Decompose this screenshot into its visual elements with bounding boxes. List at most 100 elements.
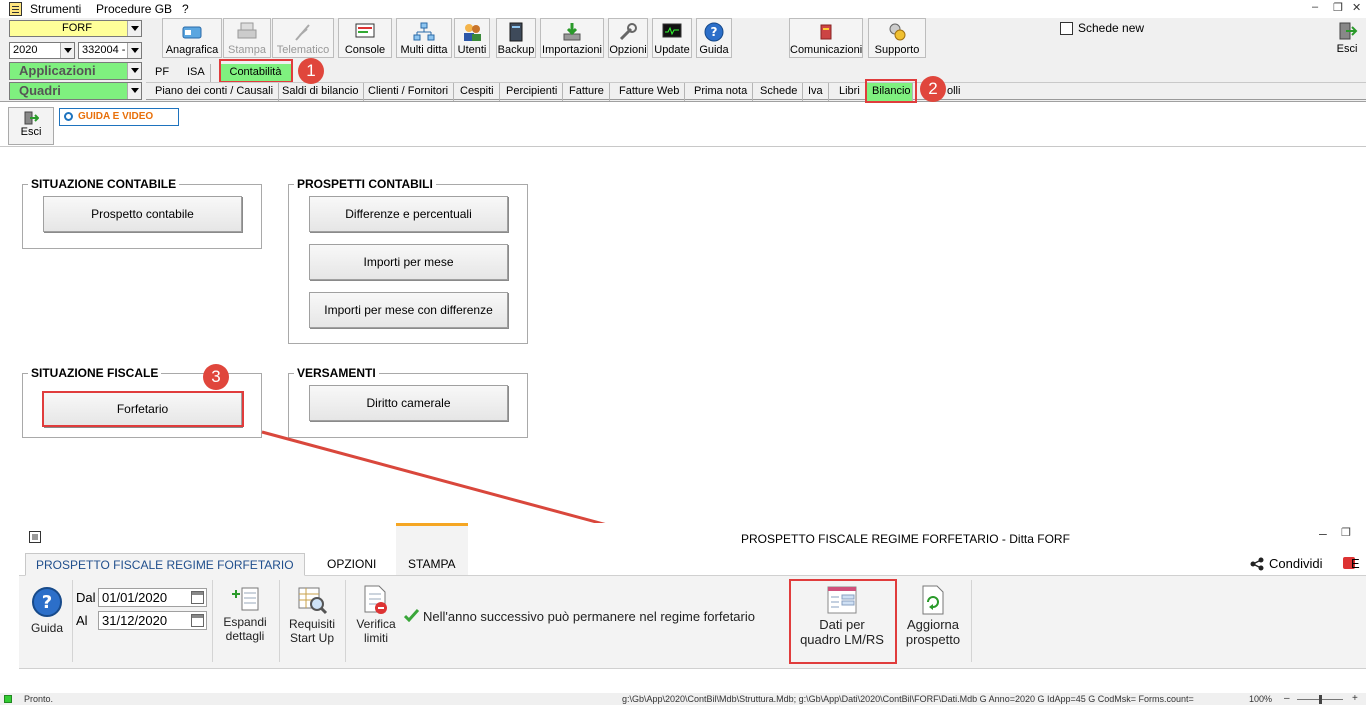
backup-button[interactable]: Backup [496,18,536,58]
multi-ditta-button[interactable]: Multi ditta [396,18,452,58]
comunicazioni-button[interactable]: Comunicazioni [789,18,863,58]
status-message: Nell'anno successivo può permanere nel r… [423,609,755,624]
supporto-button[interactable]: Supporto [868,18,926,58]
tab-cespiti[interactable]: Cespiti [455,83,500,101]
versamenti-title: VERSAMENTI [294,366,379,380]
aggiorna-prospetto-button[interactable]: Aggiorna prospetto [897,582,969,647]
company-select[interactable]: FORF [9,20,142,37]
e-label[interactable]: E [1351,556,1360,571]
chevron-down-icon[interactable] [127,21,141,36]
telematico-button[interactable]: Telematico [272,18,334,58]
console-button[interactable]: Console [338,18,392,58]
ribbon-panel: ? Guida Dal 01/01/2020 Al 31/12/2020 Esp… [19,576,1366,669]
quadri-select[interactable]: Quadri [9,82,142,100]
update-button[interactable]: Update [652,18,692,58]
prospetto-forfetario-window: PROSPETTO FISCALE REGIME FORFETARIO - Di… [19,523,1366,693]
card-icon [182,26,202,39]
zoom-out-icon[interactable]: – [1284,693,1290,705]
stampa-button[interactable]: Stampa [223,18,271,58]
verifica-limiti-button[interactable]: Verifica limiti [349,582,403,645]
menu-strumenti[interactable]: Strumenti [30,2,81,16]
importi-per-mese-button[interactable]: Importi per mese [309,244,508,280]
status-path: g:\Gb\App\2020\ContBil\Mdb\Struttura.Mdb… [622,694,1194,704]
quadri-value: Quadri [19,83,61,98]
condividi-button[interactable]: Condividi [1269,556,1322,571]
menu-procedure-gb[interactable]: Procedure GB [96,2,172,16]
chevron-down-icon[interactable] [127,43,141,58]
guida-ribbon-button[interactable]: ? Guida [27,582,67,635]
tab-libri[interactable]: Libri [834,83,866,101]
ribbon-separator [279,580,280,662]
status-indicator-icon [4,695,12,703]
utenti-button[interactable]: Utenti [454,18,490,58]
al-date-input[interactable]: 31/12/2020 [98,611,207,630]
situazione-contabile-group: SITUAZIONE CONTABILE Prospetto contabile [22,177,262,249]
tab-fatture-web[interactable]: Fatture Web [614,83,686,101]
window-title: PROSPETTO FISCALE REGIME FORFETARIO - Di… [741,532,1070,546]
calendar-icon[interactable] [191,591,204,604]
tab-percipienti[interactable]: Percipienti [501,83,564,101]
main-toolbar-area: FORF 2020 332004 - Applicazioni Quadri A… [0,18,1366,103]
guida-video-button[interactable]: GUIDA E VIDEO [59,108,179,126]
chevron-down-icon[interactable] [60,43,74,58]
requisiti-start-up-button[interactable]: Requisiti Start Up [282,582,342,645]
anagrafica-button[interactable]: Anagrafica [162,18,222,58]
guida-button[interactable]: ? Guida [696,18,732,58]
prospetto-contabile-button[interactable]: Prospetto contabile [43,196,242,232]
zoom-in-icon[interactable]: + [1352,693,1358,705]
opzioni-button[interactable]: Opzioni [608,18,648,58]
tab-piano-dei-conti[interactable]: Piano dei conti / Causali [150,83,280,101]
divider [0,146,1366,147]
close-icon[interactable]: ✕ [1352,1,1361,14]
restore-icon[interactable]: ❐ [1333,1,1343,14]
update-label: Update [654,44,690,56]
tab-pf[interactable]: PF [150,64,174,82]
tab-fatture[interactable]: Fatture [564,83,610,101]
printer-icon [237,22,257,39]
tab-schede[interactable]: Schede [755,83,804,101]
supporto-label: Supporto [874,44,920,56]
tab-iva[interactable]: Iva [803,83,829,101]
tab-saldi-di-bilancio[interactable]: Saldi di bilancio [277,83,365,101]
applicazioni-select[interactable]: Applicazioni [9,62,142,80]
ribbon-separator [971,580,972,662]
minimize-icon[interactable]: – [1319,525,1327,541]
support-icon [889,23,906,41]
restore-icon[interactable]: ❐ [1341,526,1351,539]
guida-ribbon-label: Guida [30,621,64,635]
espandi-dettagli-button[interactable]: Espandi dettagli [215,582,275,643]
applicazioni-value: Applicazioni [19,63,96,78]
schede-new-checkbox[interactable] [1060,22,1073,35]
year-select[interactable]: 2020 [9,42,75,59]
megaphone-icon [820,24,832,40]
help-icon: ? [704,22,724,42]
console-label: Console [344,44,386,56]
zoom-slider-handle[interactable] [1319,695,1322,704]
importazioni-button[interactable]: Importazioni [540,18,604,58]
highlight-box-dati-quadro [789,579,897,664]
esci-top-button[interactable]: Esci [1333,18,1361,58]
calendar-icon[interactable] [191,614,204,627]
exit-icon [1339,22,1358,40]
minimize-icon[interactable]: – [1312,1,1318,13]
tab-prima-nota[interactable]: Prima nota [689,83,754,101]
tab-stampa[interactable]: STAMPA [398,553,466,576]
code-select[interactable]: 332004 - [78,42,142,59]
tab-prospetto-fiscale[interactable]: PROSPETTO FISCALE REGIME FORFETARIO [25,553,305,576]
guida-label: Guida [699,44,729,56]
step-badge-3: 3 [203,364,229,390]
differenze-percentuali-button[interactable]: Differenze e percentuali [309,196,508,232]
window-titlebar: PROSPETTO FISCALE REGIME FORFETARIO - Di… [19,523,1366,551]
importi-per-mese-differenze-button[interactable]: Importi per mese con differenze [309,292,508,328]
tab-opzioni[interactable]: OPZIONI [317,553,386,576]
svg-text:?: ? [711,25,718,39]
esci-button[interactable]: Esci [8,107,54,145]
esci-label: Esci [20,126,42,138]
dal-date-input[interactable]: 01/01/2020 [98,588,207,607]
tab-clienti-fornitori[interactable]: Clienti / Fornitori [363,83,455,101]
diritto-camerale-button[interactable]: Diritto camerale [309,385,508,421]
chevron-down-icon[interactable] [127,63,141,79]
tab-isa[interactable]: ISA [182,64,211,82]
chevron-down-icon[interactable] [127,83,141,99]
menu-help[interactable]: ? [182,2,189,16]
